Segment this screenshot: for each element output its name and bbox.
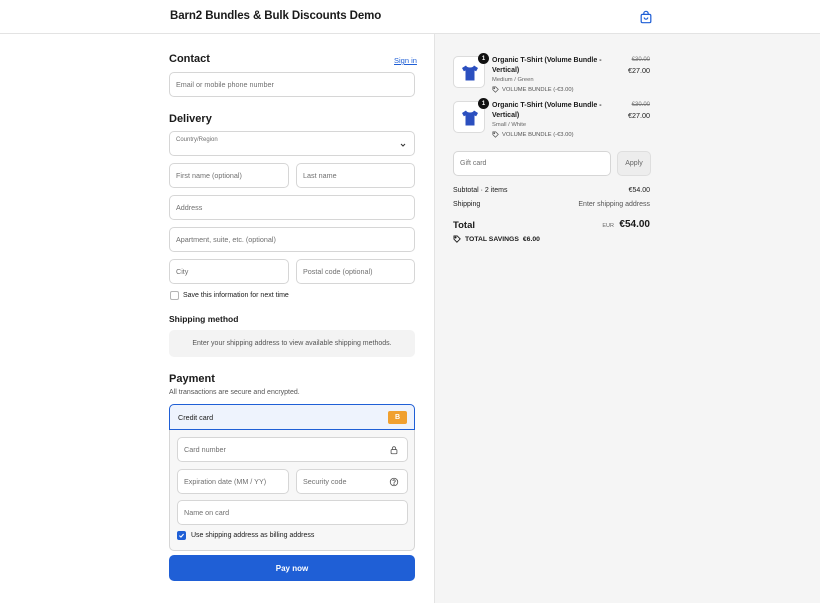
- original-price: €30.00: [631, 57, 650, 63]
- expiration-date-field[interactable]: Expiration date (MM / YY): [177, 469, 289, 494]
- email-placeholder: Email or mobile phone number: [176, 80, 274, 89]
- item-variant: Small / White: [492, 122, 527, 128]
- tag-icon: [492, 86, 499, 93]
- discount-label: VOLUME BUNDLE (-€3.00): [502, 86, 574, 93]
- tshirt-icon: [462, 110, 478, 126]
- contact-heading: Contact: [169, 53, 210, 65]
- city-placeholder: City: [176, 267, 189, 276]
- security-code-field[interactable]: Security code: [296, 469, 408, 494]
- total-savings: TOTAL SAVINGS €6.00: [453, 235, 540, 243]
- shipping-notice: Enter your shipping address to view avai…: [169, 330, 415, 357]
- item-discount: VOLUME BUNDLE (-€3.00): [492, 131, 574, 138]
- quantity-badge: 1: [478, 53, 489, 64]
- last-name-placeholder: Last name: [303, 171, 337, 180]
- item-variant: Medium / Green: [492, 77, 534, 83]
- tag-icon: [492, 131, 499, 138]
- shipping-value: Enter shipping address: [578, 201, 650, 208]
- item-name-line: Vertical): [492, 67, 520, 74]
- savings-value: €6.00: [522, 235, 540, 243]
- last-name-field[interactable]: Last name: [296, 163, 415, 188]
- original-price: €30.00: [631, 102, 650, 108]
- shipping-label: Shipping: [453, 201, 481, 208]
- save-info-checkbox[interactable]: [170, 291, 179, 300]
- item-name: Organic T-Shirt (Volume Bundle - Vertica…: [492, 101, 602, 121]
- billing-same-checkbox[interactable]: [177, 531, 186, 540]
- item-discount: VOLUME BUNDLE (-€3.00): [492, 86, 574, 93]
- apartment-placeholder: Apartment, suite, etc. (optional): [176, 235, 276, 244]
- name-on-card-placeholder: Name on card: [184, 508, 230, 517]
- first-name-field[interactable]: First name (optional): [169, 163, 289, 188]
- discounted-price: €27.00: [628, 111, 650, 120]
- total-label: Total: [453, 220, 475, 231]
- save-info-label[interactable]: Save this information for next time: [183, 292, 289, 299]
- tshirt-icon: [462, 65, 478, 81]
- tag-icon: [453, 235, 461, 243]
- total-value: €54.00: [619, 219, 650, 230]
- subtotal-label: Subtotal · 2 items: [453, 187, 508, 194]
- sign-in-link[interactable]: Sign in: [394, 56, 417, 65]
- delivery-heading: Delivery: [169, 113, 212, 125]
- credit-card-option[interactable]: Credit card B: [169, 404, 415, 430]
- item-name: Organic T-Shirt (Volume Bundle - Vertica…: [492, 56, 602, 76]
- country-label: Country/Region: [176, 137, 218, 143]
- payment-provider-badge: B: [388, 411, 407, 424]
- name-on-card-field[interactable]: Name on card: [177, 500, 408, 525]
- address-placeholder: Address: [176, 203, 203, 212]
- shipping-method-heading: Shipping method: [169, 314, 239, 324]
- postal-code-field[interactable]: Postal code (optional): [296, 259, 415, 284]
- expiration-date-placeholder: Expiration date (MM / YY): [184, 477, 267, 486]
- email-field[interactable]: Email or mobile phone number: [169, 72, 415, 97]
- header: Barn2 Bundles & Bulk Discounts Demo: [0, 0, 820, 34]
- credit-card-label: Credit card: [178, 413, 214, 422]
- postal-code-placeholder: Postal code (optional): [303, 267, 373, 276]
- lock-icon: [390, 446, 398, 455]
- shopping-bag-icon[interactable]: [639, 10, 653, 24]
- help-icon[interactable]: [389, 477, 399, 487]
- country-select[interactable]: Country/Region: [169, 131, 415, 156]
- savings-label: TOTAL SAVINGS: [465, 235, 519, 243]
- pay-now-button[interactable]: Pay now: [169, 555, 415, 581]
- apartment-field[interactable]: Apartment, suite, etc. (optional): [169, 227, 415, 252]
- currency-code: EUR: [602, 223, 614, 229]
- item-name-line: Organic T-Shirt (Volume Bundle -: [492, 102, 602, 109]
- subtotal-value: €54.00: [628, 187, 650, 194]
- checkmark-icon: [179, 533, 185, 538]
- gift-card-field[interactable]: Gift card: [453, 151, 611, 176]
- item-name-line: Organic T-Shirt (Volume Bundle -: [492, 57, 602, 64]
- city-field[interactable]: City: [169, 259, 289, 284]
- security-code-placeholder: Security code: [303, 477, 347, 486]
- discounted-price: €27.00: [628, 66, 650, 75]
- payment-subtitle: All transactions are secure and encrypte…: [169, 389, 300, 396]
- payment-heading: Payment: [169, 373, 215, 385]
- billing-same-label[interactable]: Use shipping address as billing address: [191, 532, 314, 539]
- first-name-placeholder: First name (optional): [176, 171, 242, 180]
- address-field[interactable]: Address: [169, 195, 415, 220]
- discount-label: VOLUME BUNDLE (-€3.00): [502, 131, 574, 138]
- gift-card-placeholder: Gift card: [460, 160, 487, 167]
- store-title[interactable]: Barn2 Bundles & Bulk Discounts Demo: [170, 10, 381, 22]
- item-name-line: Vertical): [492, 112, 520, 119]
- card-number-placeholder: Card number: [184, 445, 226, 454]
- quantity-badge: 1: [478, 98, 489, 109]
- apply-button[interactable]: Apply: [617, 151, 651, 176]
- chevron-down-icon: [400, 143, 406, 147]
- card-number-field[interactable]: Card number: [177, 437, 408, 462]
